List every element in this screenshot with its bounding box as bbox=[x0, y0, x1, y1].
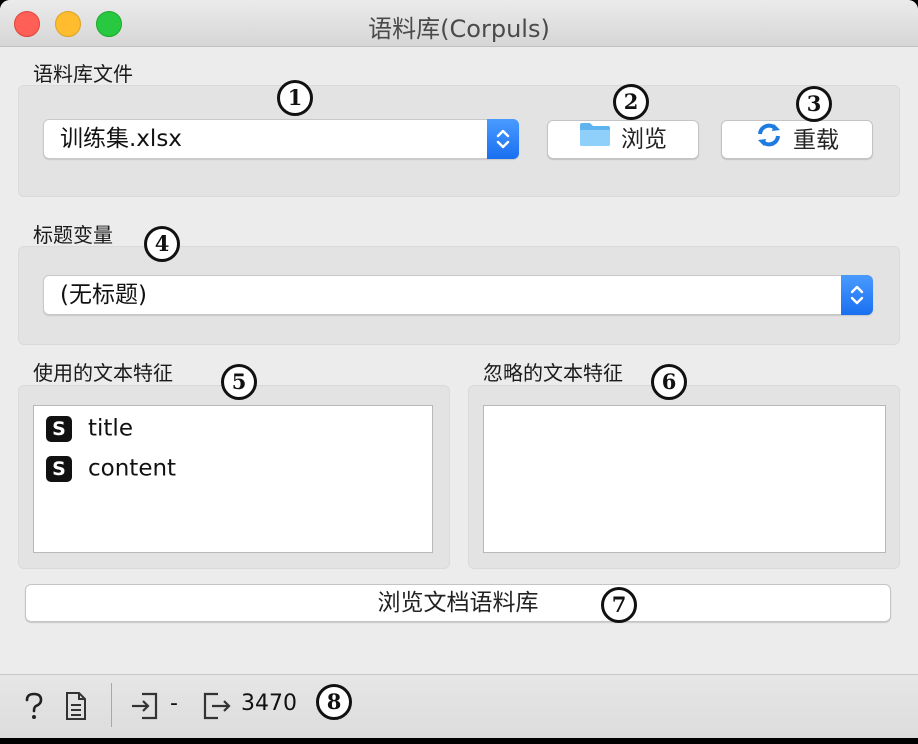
corpus-file-value: 训练集.xlsx bbox=[60, 126, 182, 152]
input-icon bbox=[130, 691, 160, 725]
string-type-icon: S bbox=[46, 455, 72, 482]
select-arrows-icon bbox=[841, 275, 873, 315]
feature-label: title bbox=[88, 415, 133, 442]
help-icon[interactable] bbox=[22, 691, 46, 725]
used-features-list[interactable]: Stitle Scontent bbox=[33, 405, 433, 553]
browse-corpus-button[interactable]: 浏览文档语料库 bbox=[25, 584, 891, 622]
list-item[interactable]: Stitle bbox=[46, 413, 133, 443]
reload-label: 重载 bbox=[793, 127, 839, 154]
annotation-marker-2: 2 bbox=[613, 84, 649, 120]
select-arrows-icon bbox=[487, 119, 519, 159]
corpus-window: 语料库(Corpuls) 语料库文件 训练集.xlsx 浏览 重载 标题变量 (… bbox=[0, 0, 918, 738]
output-value: 3470 bbox=[241, 691, 297, 716]
annotation-marker-3: 3 bbox=[796, 86, 832, 122]
input-value: - bbox=[170, 691, 178, 716]
ignored-features-label: 忽略的文本特征 bbox=[483, 361, 623, 385]
annotation-marker-6: 6 bbox=[651, 364, 687, 400]
annotation-marker-4: 4 bbox=[144, 226, 180, 262]
output-icon bbox=[202, 691, 232, 725]
status-bar: - 3470 8 bbox=[0, 674, 918, 738]
corpus-file-select[interactable]: 训练集.xlsx bbox=[43, 119, 519, 159]
string-type-icon: S bbox=[46, 415, 72, 442]
annotation-marker-7: 7 bbox=[601, 587, 637, 623]
annotation-marker-8: 8 bbox=[316, 684, 352, 720]
used-features-label: 使用的文本特征 bbox=[33, 361, 173, 385]
title-variable-select[interactable]: (无标题) bbox=[43, 275, 873, 315]
window-title: 语料库(Corpuls) bbox=[368, 15, 550, 43]
ignored-features-list[interactable] bbox=[483, 405, 886, 553]
browse-label: 浏览 bbox=[621, 126, 667, 153]
report-icon[interactable] bbox=[64, 691, 88, 725]
title-variable-value: (无标题) bbox=[60, 282, 147, 308]
folder-icon bbox=[579, 121, 611, 158]
reload-button[interactable]: 重载 bbox=[721, 120, 873, 159]
title-variable-label: 标题变量 bbox=[33, 223, 113, 247]
title-bar: 语料库(Corpuls) bbox=[0, 0, 918, 47]
browse-button[interactable]: 浏览 bbox=[547, 120, 699, 159]
reload-icon bbox=[755, 121, 783, 160]
corpus-file-label: 语料库文件 bbox=[33, 62, 133, 86]
feature-label: content bbox=[88, 455, 177, 482]
annotation-marker-5: 5 bbox=[221, 364, 257, 400]
status-separator bbox=[111, 683, 112, 727]
list-item[interactable]: Scontent bbox=[46, 453, 176, 483]
annotation-marker-1: 1 bbox=[277, 80, 313, 116]
